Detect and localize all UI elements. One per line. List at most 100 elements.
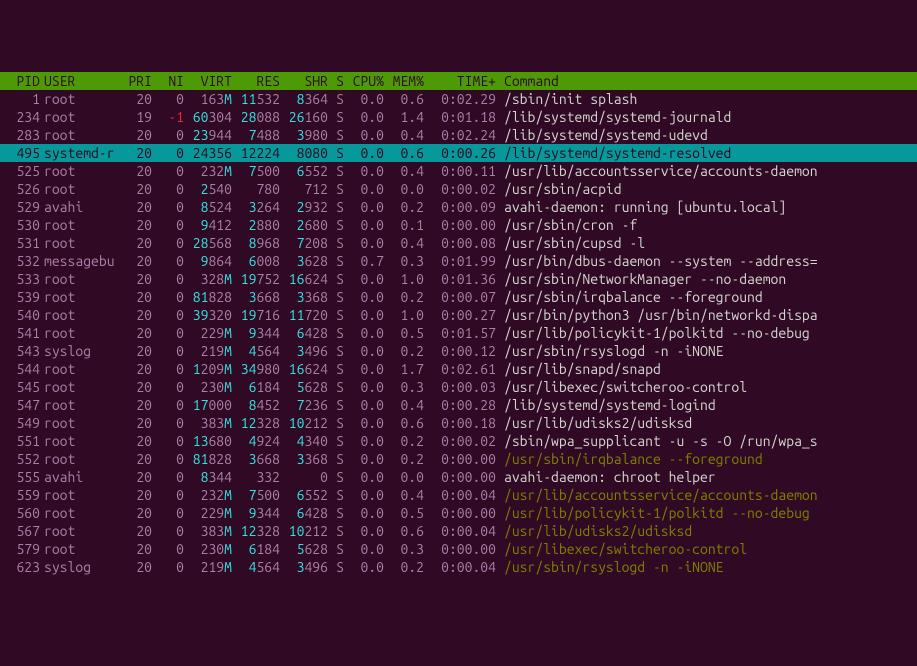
process-row[interactable]: 539root2008182836683368S0.00.20:00.07/us… bbox=[0, 288, 917, 306]
process-row[interactable]: 541root200229M93446428S0.00.50:01.57/usr… bbox=[0, 324, 917, 342]
pid-cell: 531 bbox=[0, 234, 40, 252]
col-cpu[interactable]: CPU% bbox=[344, 72, 384, 90]
process-row[interactable]: 579root200230M61845628S0.00.30:00.00/usr… bbox=[0, 540, 917, 558]
shr-cell: 10212 bbox=[280, 522, 328, 540]
user-cell: root bbox=[40, 414, 120, 432]
col-virt[interactable]: VIRT bbox=[184, 72, 232, 90]
pid-cell: 525 bbox=[0, 162, 40, 180]
process-row[interactable]: 567root200383M1232810212S0.00.60:00.04/u… bbox=[0, 522, 917, 540]
user-cell: messagebu bbox=[40, 252, 120, 270]
process-row[interactable]: 547root2001700084527236S0.00.40:00.28/li… bbox=[0, 396, 917, 414]
state-cell: S bbox=[328, 90, 344, 108]
pri-cell: 20 bbox=[120, 324, 152, 342]
col-pri[interactable]: PRI bbox=[120, 72, 152, 90]
process-row[interactable]: 283root2002394474883980S0.00.40:02.24/li… bbox=[0, 126, 917, 144]
command-cell: /usr/sbin/acpid bbox=[496, 180, 622, 198]
mem-cell: 0.3 bbox=[384, 252, 424, 270]
user-cell: root bbox=[40, 540, 120, 558]
shr-cell: 8364 bbox=[280, 90, 328, 108]
user-cell: root bbox=[40, 378, 120, 396]
state-cell: S bbox=[328, 360, 344, 378]
pri-cell: 20 bbox=[120, 252, 152, 270]
res-cell: 12328 bbox=[232, 414, 280, 432]
user-cell: root bbox=[40, 432, 120, 450]
res-cell: 6008 bbox=[232, 252, 280, 270]
res-cell: 7500 bbox=[232, 162, 280, 180]
time-cell: 0:00.11 bbox=[424, 162, 496, 180]
col-user[interactable]: USER bbox=[40, 72, 120, 90]
pri-cell: 20 bbox=[120, 468, 152, 486]
col-ni[interactable]: NI bbox=[152, 72, 184, 90]
table-header[interactable]: PIDUSERPRINIVIRTRESSHRSCPU%MEM%TIME+Comm… bbox=[0, 72, 917, 90]
col-time[interactable]: TIME+ bbox=[424, 72, 496, 90]
time-cell: 0:00.26 bbox=[424, 144, 496, 162]
cpu-cell: 0.0 bbox=[344, 144, 384, 162]
process-row[interactable]: 495systemd-r20024356122248080S0.00.60:00… bbox=[0, 144, 917, 162]
time-cell: 0:00.12 bbox=[424, 342, 496, 360]
shr-cell: 712 bbox=[280, 180, 328, 198]
process-row[interactable]: 623syslog200219M45643496S0.00.20:00.04/u… bbox=[0, 558, 917, 576]
process-row[interactable]: 533root200328M1975216624S0.01.00:01.36/u… bbox=[0, 270, 917, 288]
ni-cell: 0 bbox=[152, 432, 184, 450]
user-cell: root bbox=[40, 108, 120, 126]
process-row[interactable]: 552root2008182836683368S0.00.20:00.00/us… bbox=[0, 450, 917, 468]
res-cell: 12224 bbox=[232, 144, 280, 162]
process-row[interactable]: 560root200229M93446428S0.00.50:00.00/usr… bbox=[0, 504, 917, 522]
process-row[interactable]: 1root200163M115328364S0.00.60:02.29/sbin… bbox=[0, 90, 917, 108]
col-pid[interactable]: PID bbox=[0, 72, 40, 90]
res-cell: 4564 bbox=[232, 342, 280, 360]
pri-cell: 20 bbox=[120, 540, 152, 558]
process-table[interactable]: PIDUSERPRINIVIRTRESSHRSCPU%MEM%TIME+Comm… bbox=[0, 72, 917, 576]
pid-cell: 283 bbox=[0, 126, 40, 144]
time-cell: 0:00.18 bbox=[424, 414, 496, 432]
cpu-cell: 0.0 bbox=[344, 468, 384, 486]
process-row[interactable]: 549root200383M1232810212S0.00.60:00.18/u… bbox=[0, 414, 917, 432]
process-row[interactable]: 545root200230M61845628S0.00.30:00.03/usr… bbox=[0, 378, 917, 396]
command-cell: /sbin/init splash bbox=[496, 90, 637, 108]
col-shr[interactable]: SHR bbox=[280, 72, 328, 90]
process-row[interactable]: 540root200393201971611720S0.01.00:00.27/… bbox=[0, 306, 917, 324]
process-row[interactable]: 529avahi200852432642932S0.00.20:00.09ava… bbox=[0, 198, 917, 216]
pri-cell: 19 bbox=[120, 108, 152, 126]
col-mem[interactable]: MEM% bbox=[384, 72, 424, 90]
command-cell: /lib/systemd/systemd-journald bbox=[496, 108, 731, 126]
pid-cell: 559 bbox=[0, 486, 40, 504]
pri-cell: 20 bbox=[120, 216, 152, 234]
virt-cell: 219M bbox=[184, 342, 232, 360]
state-cell: S bbox=[328, 432, 344, 450]
col-res[interactable]: RES bbox=[232, 72, 280, 90]
process-row[interactable]: 559root200232M75006552S0.00.40:00.04/usr… bbox=[0, 486, 917, 504]
cpu-cell: 0.0 bbox=[344, 270, 384, 288]
cpu-cell: 0.0 bbox=[344, 486, 384, 504]
process-row[interactable]: 234root19-1603042808826160S0.01.40:01.18… bbox=[0, 108, 917, 126]
shr-cell: 7236 bbox=[280, 396, 328, 414]
process-row[interactable]: 532messagebu200986460083628S0.70.30:01.9… bbox=[0, 252, 917, 270]
command-cell: /usr/sbin/cron -f bbox=[496, 216, 637, 234]
ni-cell: -1 bbox=[152, 108, 184, 126]
mem-cell: 0.6 bbox=[384, 144, 424, 162]
process-row[interactable]: 543syslog200219M45643496S0.00.20:00.12/u… bbox=[0, 342, 917, 360]
process-row[interactable]: 544root2001209M3498016624S0.01.70:02.61/… bbox=[0, 360, 917, 378]
col-s[interactable]: S bbox=[328, 72, 344, 90]
process-row[interactable]: 551root2001368049244340S0.00.20:00.02/sb… bbox=[0, 432, 917, 450]
process-row[interactable]: 531root2002856889687208S0.00.40:00.08/us… bbox=[0, 234, 917, 252]
process-row[interactable]: 526root2002540780712S0.00.00:00.02/usr/s… bbox=[0, 180, 917, 198]
col-cmd[interactable]: Command bbox=[496, 72, 559, 90]
pri-cell: 20 bbox=[120, 198, 152, 216]
res-cell: 9344 bbox=[232, 504, 280, 522]
process-row[interactable]: 525root200232M75006552S0.00.40:00.11/usr… bbox=[0, 162, 917, 180]
time-cell: 0:00.00 bbox=[424, 450, 496, 468]
state-cell: S bbox=[328, 198, 344, 216]
cpu-cell: 0.0 bbox=[344, 342, 384, 360]
mem-cell: 0.3 bbox=[384, 378, 424, 396]
time-cell: 0:00.02 bbox=[424, 432, 496, 450]
ni-cell: 0 bbox=[152, 306, 184, 324]
shr-cell: 3496 bbox=[280, 342, 328, 360]
mem-cell: 1.7 bbox=[384, 360, 424, 378]
mem-cell: 0.2 bbox=[384, 342, 424, 360]
pri-cell: 20 bbox=[120, 126, 152, 144]
state-cell: S bbox=[328, 522, 344, 540]
process-row[interactable]: 555avahi20083443320S0.00.00:00.00avahi-d… bbox=[0, 468, 917, 486]
ni-cell: 0 bbox=[152, 468, 184, 486]
process-row[interactable]: 530root200941228802680S0.00.10:00.00/usr… bbox=[0, 216, 917, 234]
